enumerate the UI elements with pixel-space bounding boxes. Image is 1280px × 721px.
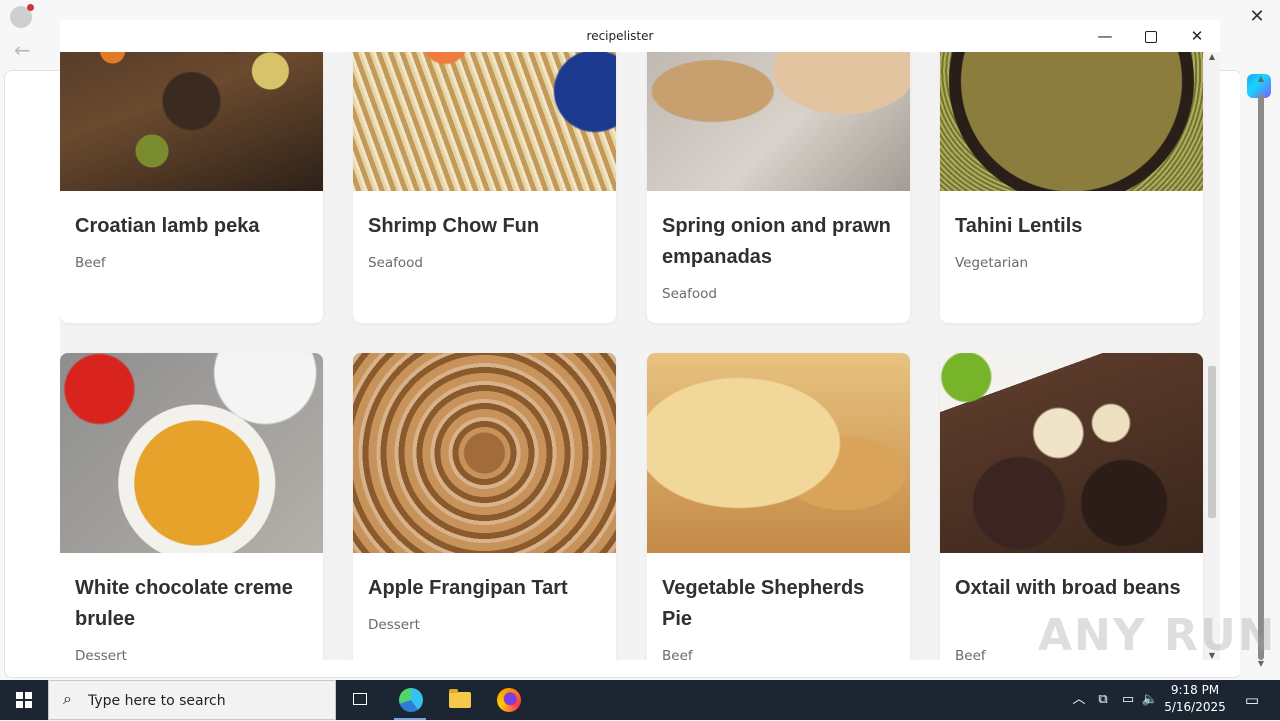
scroll-up-arrow-icon[interactable]: ▲ bbox=[1204, 52, 1220, 61]
browser-scroll-thumb[interactable] bbox=[1258, 94, 1264, 660]
browser-close-button[interactable]: ✕ bbox=[1242, 2, 1272, 32]
recipe-card[interactable]: Tahini Lentils Vegetarian bbox=[940, 52, 1203, 323]
window-title: recipelister bbox=[586, 29, 654, 43]
recipe-category: Dessert bbox=[368, 617, 420, 633]
recipelister-window: recipelister — ✕ Croatian lamb peka Beef… bbox=[60, 20, 1220, 660]
recipe-name: Oxtail with broad beans bbox=[955, 577, 1181, 599]
recipe-image bbox=[353, 52, 616, 191]
minimize-button[interactable]: — bbox=[1082, 20, 1128, 52]
network-device-icon[interactable]: ⧉ bbox=[1094, 680, 1112, 720]
recipe-card[interactable]: Shrimp Chow Fun Seafood bbox=[353, 52, 616, 323]
edge-icon bbox=[399, 688, 423, 712]
recipe-image bbox=[647, 52, 910, 191]
app-scrollbar[interactable]: ▲ ▼ bbox=[1204, 52, 1220, 660]
search-icon: ⌕ bbox=[63, 689, 72, 708]
recipe-image bbox=[60, 52, 323, 191]
profile-icon[interactable] bbox=[10, 4, 34, 28]
recipe-grid: Croatian lamb peka Beef Shrimp Chow Fun … bbox=[60, 52, 1220, 660]
recipe-category: Beef bbox=[75, 255, 106, 271]
recipe-card[interactable]: Vegetable Shepherds Pie Beef bbox=[647, 353, 910, 660]
recipe-category: Dessert bbox=[75, 648, 127, 660]
app-scroll-thumb[interactable] bbox=[1208, 366, 1216, 518]
edge-taskbar-button[interactable] bbox=[386, 680, 434, 720]
recipe-category: Vegetarian bbox=[955, 255, 1029, 271]
browser-scrollbar[interactable]: ▲ ▼ bbox=[1254, 72, 1268, 672]
recipe-category: Seafood bbox=[662, 286, 717, 302]
recipe-name: Vegetable Shepherds Pie bbox=[662, 577, 865, 630]
recipe-name: Tahini Lentils bbox=[955, 215, 1083, 237]
maximize-icon bbox=[1145, 30, 1157, 43]
maximize-button[interactable] bbox=[1128, 20, 1174, 52]
recipe-card[interactable]: Croatian lamb peka Beef bbox=[60, 52, 323, 323]
clock-time: 9:18 PM bbox=[1170, 683, 1220, 697]
start-button[interactable] bbox=[0, 680, 48, 720]
taskbar-search-box[interactable]: ⌕ Type here to search bbox=[48, 680, 336, 720]
anyrun-watermark: ANY RUN bbox=[1038, 610, 1277, 661]
taskbar: ⌕ Type here to search ︿ ⧉ ▭ 🔈 9:18 PM 5/… bbox=[0, 680, 1280, 720]
recipe-card[interactable]: Apple Frangipan Tart Dessert bbox=[353, 353, 616, 660]
recipe-image bbox=[353, 353, 616, 553]
network-icon[interactable]: ▭ bbox=[1118, 680, 1138, 720]
clock[interactable]: 9:18 PM 5/16/2025 bbox=[1160, 682, 1230, 716]
firefox-taskbar-button[interactable] bbox=[484, 680, 532, 720]
task-view-icon bbox=[353, 693, 367, 705]
recipe-card[interactable]: White chocolate creme brulee Dessert bbox=[60, 353, 323, 660]
search-placeholder: Type here to search bbox=[88, 693, 226, 709]
recipe-image bbox=[647, 353, 910, 553]
recipe-category: Beef bbox=[955, 648, 986, 660]
file-explorer-taskbar-button[interactable] bbox=[435, 680, 483, 720]
recipe-category: Beef bbox=[662, 648, 693, 660]
firefox-icon bbox=[497, 688, 521, 712]
volume-icon[interactable]: 🔈 bbox=[1140, 680, 1160, 720]
recipe-image bbox=[940, 52, 1203, 191]
notification-center-button[interactable]: ▭ bbox=[1232, 680, 1272, 720]
windows-logo-icon bbox=[16, 692, 32, 708]
folder-icon bbox=[449, 689, 471, 708]
show-hidden-icons-button[interactable]: ︿ bbox=[1068, 680, 1090, 720]
title-bar[interactable]: recipelister — ✕ bbox=[60, 20, 1220, 52]
recipe-name: Apple Frangipan Tart bbox=[368, 577, 568, 599]
recipe-card[interactable]: Spring onion and prawn empanadas Seafood bbox=[647, 52, 910, 323]
back-arrow-icon[interactable]: ← bbox=[14, 38, 31, 62]
task-view-button[interactable] bbox=[336, 680, 384, 720]
recipe-name: Spring onion and prawn empanadas bbox=[662, 215, 891, 268]
scroll-up-arrow-icon[interactable]: ▲ bbox=[1254, 74, 1268, 83]
recipe-name: White chocolate creme brulee bbox=[75, 577, 293, 630]
recipe-category: Seafood bbox=[368, 255, 423, 271]
clock-date: 5/16/2025 bbox=[1164, 700, 1226, 714]
recipe-image bbox=[60, 353, 323, 553]
recipe-name: Croatian lamb peka bbox=[75, 215, 260, 237]
recipe-name: Shrimp Chow Fun bbox=[368, 215, 540, 237]
recipe-image bbox=[940, 353, 1203, 553]
close-button[interactable]: ✕ bbox=[1174, 20, 1220, 52]
